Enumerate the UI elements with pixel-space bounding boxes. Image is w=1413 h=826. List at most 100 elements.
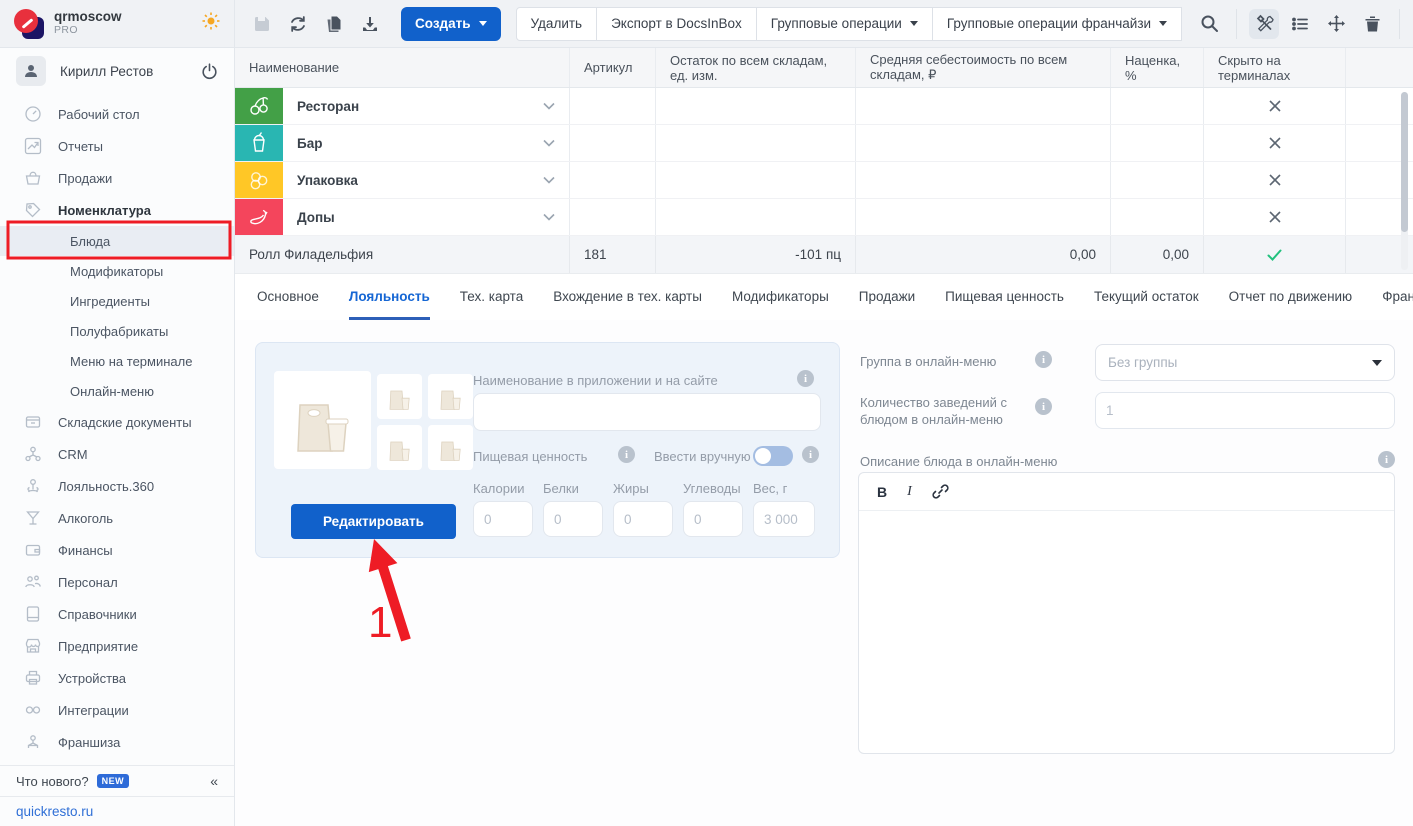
group-operations-button[interactable]: Групповые операции [756,7,933,41]
info-icon[interactable]: i [797,370,814,387]
tools-button[interactable] [1249,9,1279,39]
table-row-group[interactable]: Бар [235,125,1413,162]
info-icon[interactable]: i [1035,398,1052,415]
export-docsinbox-button[interactable]: Экспорт в DocsInBox [596,7,757,41]
bold-button[interactable]: B [877,484,887,500]
column-header-stock[interactable]: Остаток по всем складам, ед. изм. [655,48,855,87]
weight-input[interactable] [753,501,815,537]
table-scrollbar[interactable] [1401,92,1408,270]
info-icon[interactable]: i [802,446,819,463]
fats-input[interactable] [613,501,673,537]
chevron-down-icon[interactable] [543,213,555,221]
carbs-input[interactable] [683,501,743,537]
trash-button[interactable] [1357,9,1387,39]
sidebar-item-dishes[interactable]: Блюда [0,226,234,256]
tab-otchet[interactable]: Отчет по движению [1229,274,1353,320]
tab-franchayzi[interactable]: Франчайзи [1382,274,1413,320]
tools-icon [1255,14,1274,33]
tab-pishchevaya[interactable]: Пищевая ценность [945,274,1064,320]
tab-modifikatory[interactable]: Модификаторы [732,274,829,320]
sidebar-item-semifinished[interactable]: Полуфабрикаты [0,316,234,346]
edit-button[interactable]: Редактировать [291,504,456,539]
info-icon[interactable]: i [618,446,635,463]
dish-photo-thumb[interactable] [377,425,422,470]
sidebar-item-ingredients[interactable]: Ингредиенты [0,286,234,316]
move-button[interactable] [1321,9,1351,39]
tab-tekushchiy-ostatok[interactable]: Текущий остаток [1094,274,1199,320]
sidebar-item-integrations[interactable]: Интеграции [0,694,234,726]
manual-entry-toggle[interactable] [753,446,793,466]
column-settings-button[interactable]: ••• [1345,48,1413,87]
venues-count-input[interactable] [1095,392,1395,429]
sidebar-item-crm[interactable]: CRM [0,438,234,470]
delete-button[interactable]: Удалить [516,7,598,41]
column-header-markup[interactable]: Наценка, % [1110,48,1203,87]
dish-photo-thumb[interactable] [377,374,422,419]
sales-icon [24,169,42,187]
copy-button[interactable] [319,9,349,39]
group-operations-franchise-button[interactable]: Групповые операции франчайзи [932,7,1182,41]
sidebar-item-staff[interactable]: Персонал [0,566,234,598]
sidebar-item-loyalty360[interactable]: Лояльность.360 [0,470,234,502]
tab-vkhozhdenie[interactable]: Вхождение в тех. карты [553,274,702,320]
sidebar-item-alcohol[interactable]: Алкоголь [0,502,234,534]
sidebar-item-warehouse-docs[interactable]: Складские документы [0,406,234,438]
tab-tekh-karta[interactable]: Тех. карта [460,274,523,320]
sidebar-item-directories[interactable]: Справочники [0,598,234,630]
info-icon[interactable]: i [1378,451,1395,468]
calories-input[interactable] [473,501,533,537]
tab-loyalnost[interactable]: Лояльность [349,274,430,320]
sidebar-item-franchise[interactable]: Франшиза [0,726,234,758]
column-header-name[interactable]: Наименование [235,48,569,87]
chevron-down-icon[interactable] [543,102,555,110]
table-row-group[interactable]: Допы [235,199,1413,236]
new-badge: NEW [97,774,130,788]
sidebar-item-enterprise[interactable]: Предприятие [0,630,234,662]
sidebar-item-modifiers[interactable]: Модификаторы [0,256,234,286]
sidebar-item-online-menu[interactable]: Онлайн-меню [0,376,234,406]
create-button[interactable]: Создать [401,7,501,41]
dish-photo-thumb[interactable] [428,374,473,419]
list-view-button[interactable] [1285,9,1315,39]
proteins-input[interactable] [543,501,603,537]
scrollbar-thumb[interactable] [1401,92,1408,232]
save-button[interactable] [247,9,277,39]
description-editor[interactable]: B I [858,472,1395,754]
group-name: Допы [297,210,335,225]
user-avatar [16,56,46,86]
download-button[interactable] [355,9,385,39]
sidebar-item-devices[interactable]: Устройства [0,662,234,694]
collapse-sidebar-icon[interactable]: « [210,773,218,789]
dish-photo-thumb[interactable] [428,425,473,470]
column-header-hidden[interactable]: Скрыто на терминалах [1203,48,1345,87]
search-button[interactable] [1194,9,1224,39]
sidebar-item-terminal-menu[interactable]: Меню на терминале [0,346,234,376]
refresh-button[interactable] [283,9,313,39]
link-icon[interactable] [932,483,949,500]
site-link[interactable]: quickresto.ru [16,804,93,819]
chevron-down-icon[interactable] [543,139,555,147]
column-header-cost[interactable]: Средняя себестоимость по всем складам, ₽ [855,48,1110,87]
user-row[interactable]: Кирилл Рестов [0,48,234,94]
sidebar-item-sales[interactable]: Продажи [0,162,234,194]
sidebar-item-dashboard[interactable]: Рабочий стол [0,98,234,130]
italic-button[interactable]: I [907,484,912,500]
info-icon[interactable]: i [1035,351,1052,368]
table-row-group[interactable]: Ресторан [235,88,1413,125]
column-header-sku[interactable]: Артикул [569,48,655,87]
dish-photo-large[interactable] [274,371,371,469]
chevron-down-icon[interactable] [543,176,555,184]
app-name-input[interactable] [473,393,821,431]
theme-sun-icon[interactable] [202,12,220,35]
sidebar-item-nomenclature[interactable]: Номенклатура [0,194,234,226]
logout-power-icon[interactable] [201,63,218,80]
sidebar-item-reports[interactable]: Отчеты [0,130,234,162]
tab-osnovnoe[interactable]: Основное [257,274,319,320]
whats-new-row[interactable]: Что нового? NEW « [0,765,234,796]
table-row-group[interactable]: Упаковка [235,162,1413,199]
sidebar-item-finance[interactable]: Финансы [0,534,234,566]
table-row-dish-selected[interactable]: Ролл Филадельфия 181 -101 пц 0,00 0,00 [235,236,1413,274]
online-group-select[interactable]: Без группы [1095,344,1395,381]
sidebar-item-label: Продажи [58,171,112,186]
tab-prodazhi[interactable]: Продажи [859,274,915,320]
